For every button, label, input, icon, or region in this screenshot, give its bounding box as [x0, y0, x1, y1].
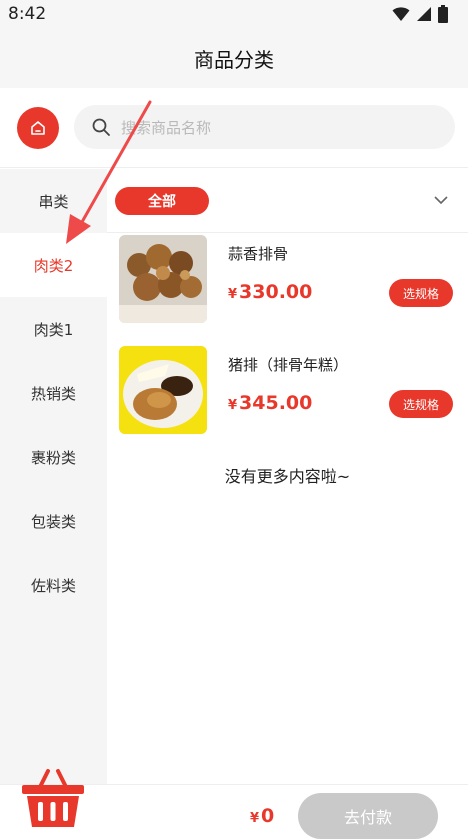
price-currency: ¥: [228, 287, 238, 302]
sidebar-item-coated[interactable]: 裹粉类: [0, 425, 107, 489]
home-button[interactable]: [17, 107, 59, 149]
filter-all-chip[interactable]: 全部: [115, 187, 209, 215]
search-icon: [92, 118, 110, 136]
sidebar-item-hot[interactable]: 热销类: [0, 361, 107, 425]
total-currency: ¥: [250, 811, 260, 826]
sidebar-item-seasoning[interactable]: 佐料类: [0, 553, 107, 617]
sidebar-item-packaging[interactable]: 包装类: [0, 489, 107, 553]
basket-icon: [22, 769, 84, 827]
cart-button[interactable]: [18, 767, 88, 831]
select-spec-button[interactable]: 选规格: [389, 390, 453, 418]
price-value: 330.00: [239, 281, 313, 303]
chevron-down-icon[interactable]: [434, 195, 448, 205]
page-title: 商品分类: [194, 47, 274, 72]
nav-bar: 商品分类: [0, 28, 468, 88]
status-icons: [392, 5, 448, 23]
search-placeholder: 搜索商品名称: [121, 118, 212, 137]
home-icon: [31, 121, 45, 135]
status-time: 8:42: [8, 4, 47, 24]
checkout-button[interactable]: 去付款: [298, 793, 438, 839]
filter-row: 全部: [107, 169, 468, 233]
search-row: 搜索商品名称: [0, 88, 468, 168]
cart-bar: ¥0 去付款: [0, 769, 468, 840]
product-image: [119, 346, 207, 434]
product-name: 蒜香排骨: [228, 245, 289, 263]
no-more-text: 没有更多内容啦~: [224, 467, 351, 486]
product-image: [119, 235, 207, 323]
product-name: 猪排（排骨年糕）: [228, 356, 349, 374]
category-sidebar: 串类 肉类2 肉类1 热销类 裹粉类 包装类 佐料类: [0, 169, 107, 784]
product-price: ¥345.00: [228, 392, 312, 414]
price-currency: ¥: [228, 398, 238, 413]
product-item[interactable]: 猪排（排骨年糕） ¥345.00 选规格: [107, 346, 468, 438]
sidebar-item-rou2[interactable]: 肉类2: [0, 233, 107, 297]
status-bar: 8:42: [0, 0, 468, 28]
price-value: 345.00: [239, 392, 313, 414]
search-input[interactable]: 搜索商品名称: [74, 105, 455, 149]
battery-icon: [438, 5, 448, 23]
cart-total: ¥0: [250, 805, 274, 827]
product-item[interactable]: 蒜香排骨 ¥330.00 选规格: [107, 235, 468, 327]
product-price: ¥330.00: [228, 281, 312, 303]
total-value: 0: [261, 805, 275, 827]
wifi-icon: [392, 7, 410, 21]
sidebar-item-chuan[interactable]: 串类: [0, 169, 107, 233]
product-list-area: 全部 蒜香排骨 ¥330.00 选规格 猪排（排骨年糕） ¥ 345.00 选规…: [107, 169, 468, 784]
select-spec-button[interactable]: 选规格: [389, 279, 453, 307]
sidebar-item-rou1[interactable]: 肉类1: [0, 297, 107, 361]
signal-icon: [417, 7, 431, 21]
